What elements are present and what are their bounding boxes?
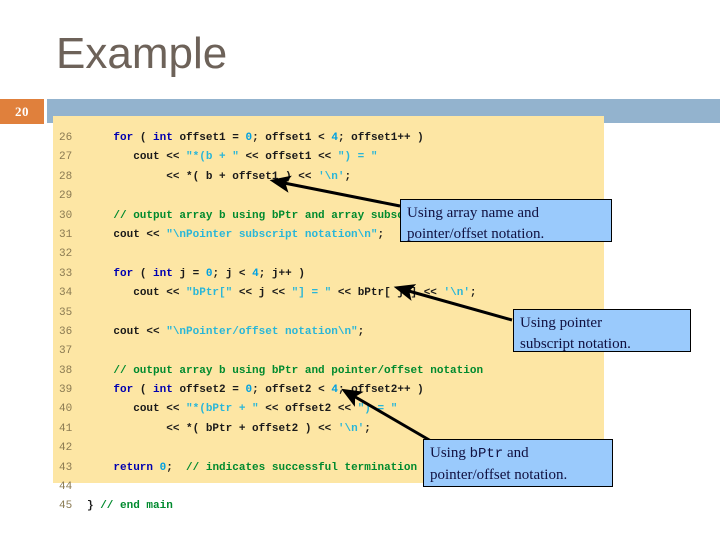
code-line: 32 xyxy=(53,245,604,264)
callout-bptr-pointer-offset: Using bPtr and pointer/offset notation. xyxy=(423,439,613,487)
callout-3-identifier: bPtr xyxy=(469,446,504,462)
line-number: 38 xyxy=(59,364,73,377)
code-line: 38 // output array b using bPtr and poin… xyxy=(53,362,604,381)
page-title: Example xyxy=(56,29,228,78)
line-number: 45 xyxy=(59,500,73,513)
callout-1-line-2: pointer/offset notation. xyxy=(407,226,545,243)
line-number: 28 xyxy=(59,170,73,183)
callout-3-line-1: Using bPtr and xyxy=(430,443,607,465)
line-number: 39 xyxy=(59,384,73,397)
code-line: 33 for ( int j = 0; j < 4; j++ ) xyxy=(53,265,604,284)
callout-pointer-subscript: Using pointer subscript notation. xyxy=(513,309,691,352)
line-number: 35 xyxy=(59,306,73,319)
code-listing: 26 for ( int offset1 = 0; offset1 < 4; o… xyxy=(53,116,604,512)
callout-3-line-2: pointer/offset notation. xyxy=(430,466,568,483)
line-number: 31 xyxy=(59,228,73,241)
code-line: 45} // end main xyxy=(53,497,604,516)
code-line: 41 << *( bPtr + offset2 ) << '\n'; xyxy=(53,420,604,439)
line-number: 43 xyxy=(59,461,73,474)
slide-number-badge: 20 xyxy=(0,99,44,124)
callout-1-line-1: Using array name and xyxy=(407,205,540,221)
line-number: 41 xyxy=(59,422,73,435)
line-number: 42 xyxy=(59,442,73,455)
line-number: 27 xyxy=(59,151,73,164)
line-number: 30 xyxy=(59,209,73,222)
code-line: 39 for ( int offset2 = 0; offset2 < 4; o… xyxy=(53,381,604,400)
line-number: 36 xyxy=(59,325,73,338)
line-number: 26 xyxy=(59,132,73,144)
line-number: 44 xyxy=(59,481,73,494)
callout-2-line-2: subscript notation. xyxy=(520,336,631,353)
line-number: 33 xyxy=(59,267,73,280)
code-line: 26 for ( int offset1 = 0; offset1 < 4; o… xyxy=(53,129,604,148)
callout-array-name-pointer-offset: Using array name and pointer/offset nota… xyxy=(400,199,612,242)
line-number: 32 xyxy=(59,248,73,261)
callout-3-pre: Using xyxy=(430,445,470,461)
code-line: 28 << *( b + offset1 ) << '\n'; xyxy=(53,168,604,187)
code-line: 40 cout << "*(bPtr + " << offset2 << ") … xyxy=(53,400,604,419)
code-line: 27 cout << "*(b + " << offset1 << ") = " xyxy=(53,148,604,167)
callout-2-line-1: Using pointer xyxy=(520,315,603,331)
line-number: 37 xyxy=(59,345,73,358)
line-number: 34 xyxy=(59,287,73,300)
line-number: 29 xyxy=(59,190,73,203)
line-number: 40 xyxy=(59,403,73,416)
code-line: 34 cout << "bPtr[" << j << "] = " << bPt… xyxy=(53,284,604,303)
callout-3-post: and xyxy=(503,445,529,461)
